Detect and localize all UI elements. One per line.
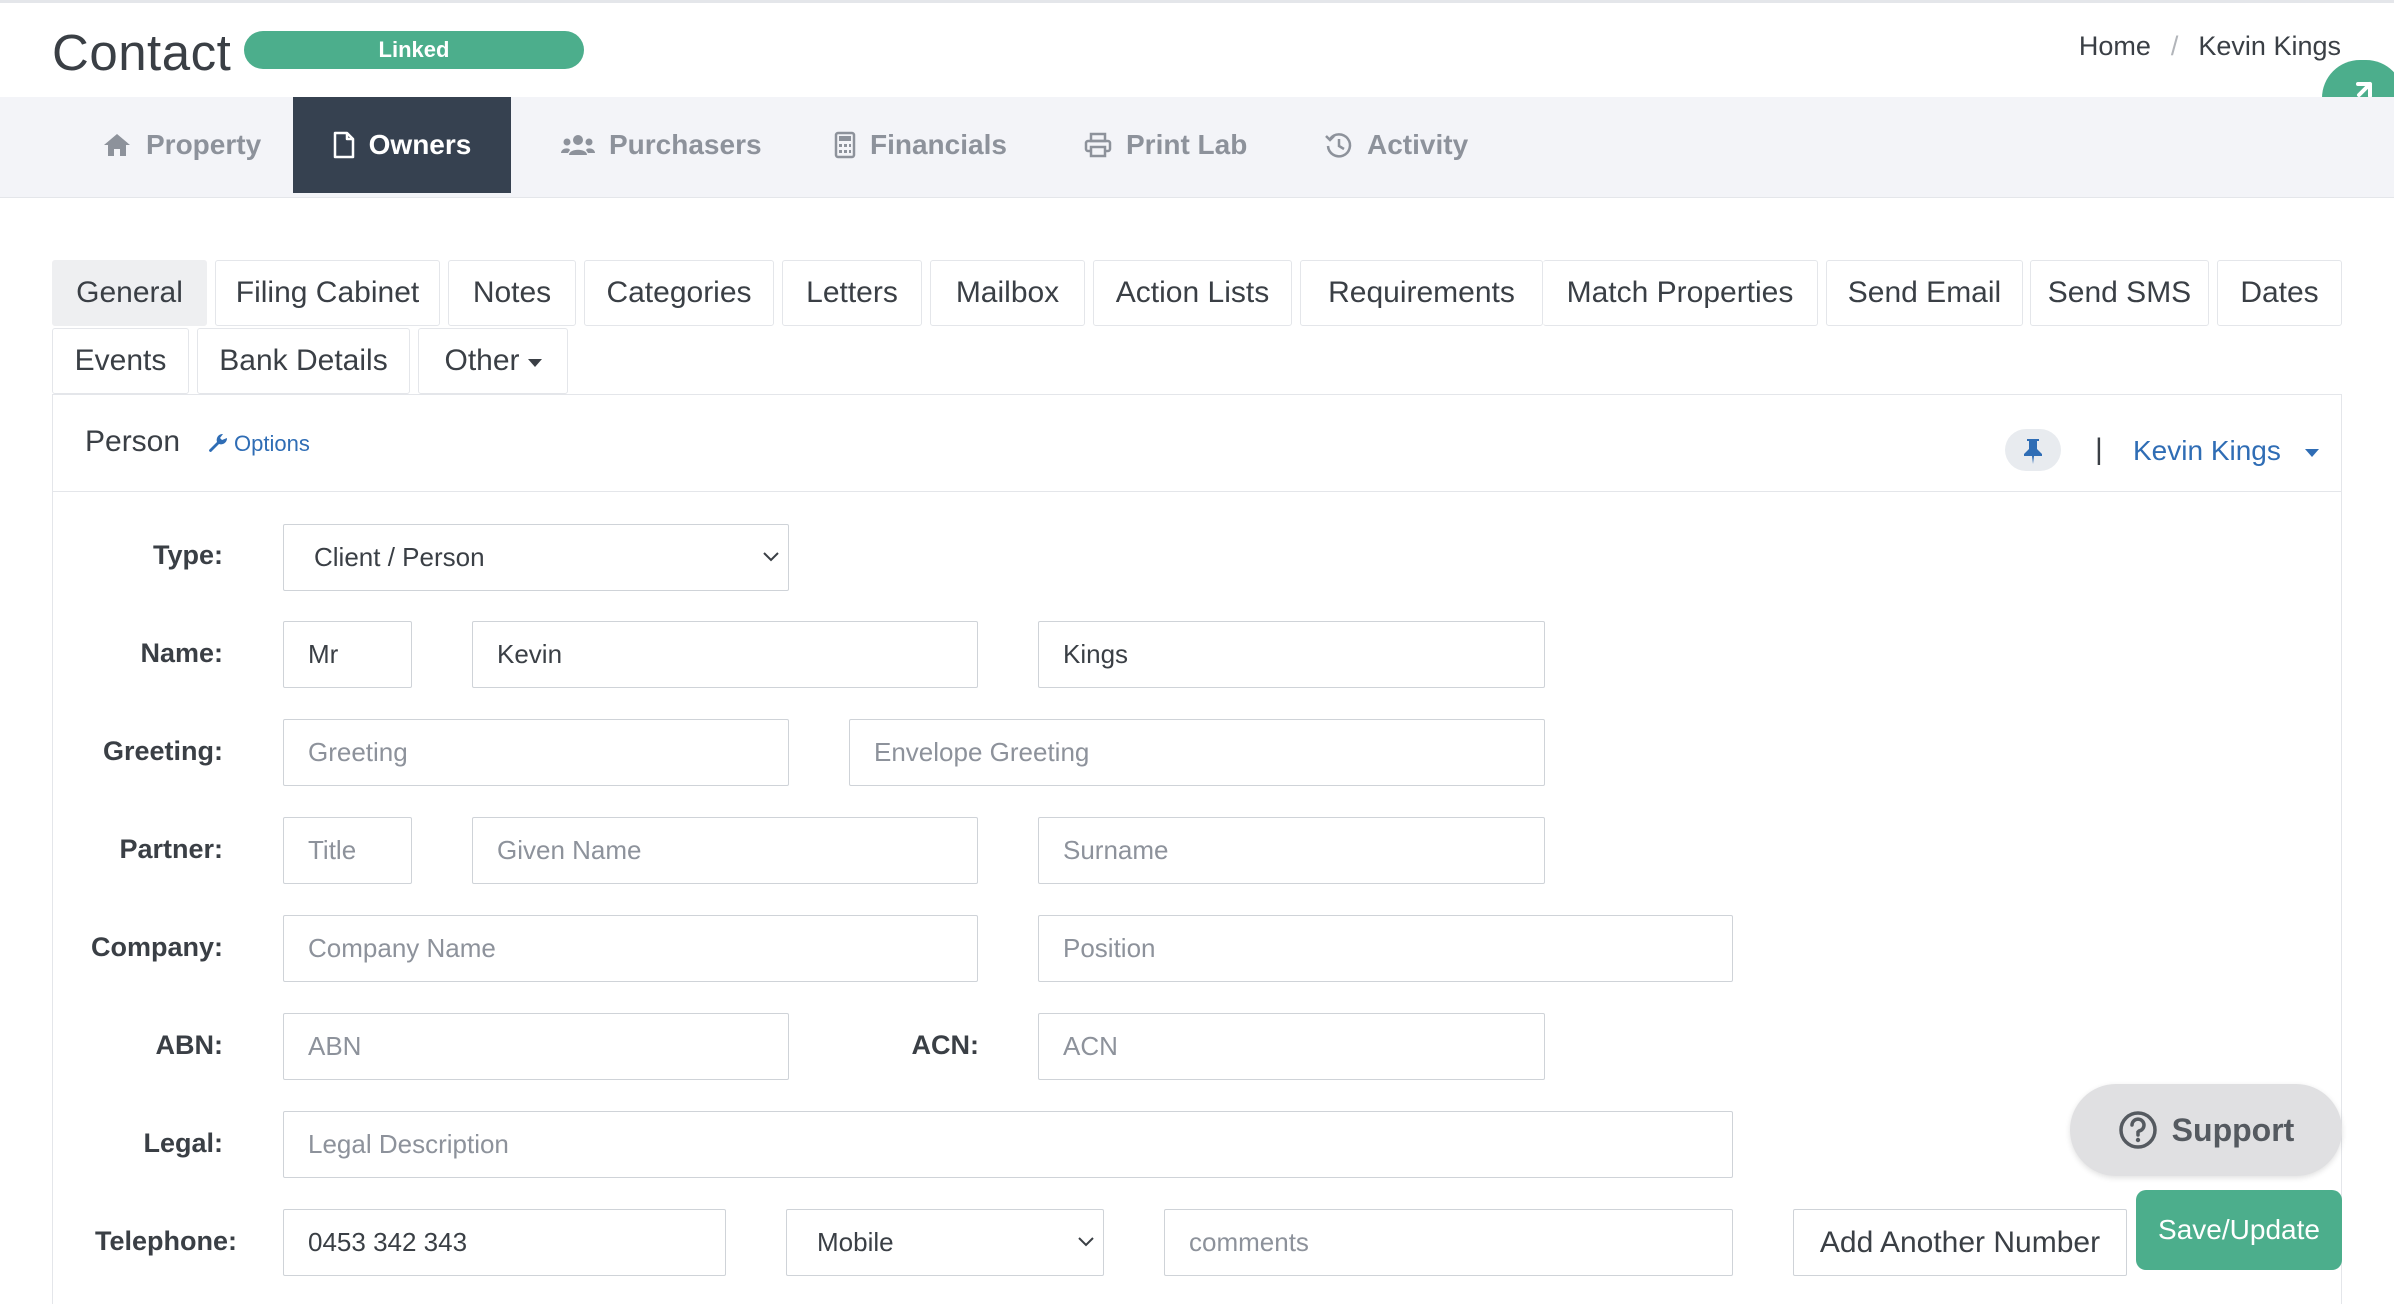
home-icon <box>102 132 132 158</box>
subtab-letters[interactable]: Letters <box>782 260 922 326</box>
subtab-send-email[interactable]: Send Email <box>1826 260 2023 326</box>
subtab-other-label: Other <box>444 344 520 377</box>
subtab-general[interactable]: General <box>52 260 207 326</box>
type-select[interactable]: Client / Person <box>283 524 789 591</box>
subtab-events[interactable]: Events <box>52 328 189 394</box>
subtab-action-lists[interactable]: Action Lists <box>1093 260 1292 326</box>
phone-type-select-value: Mobile <box>817 1227 894 1257</box>
support-button-label: Support <box>2171 1111 2295 1148</box>
subtab-requirements[interactable]: Requirements <box>1300 260 1543 326</box>
tab-financials-label: Financials <box>870 129 1007 160</box>
greeting-input[interactable] <box>283 719 789 786</box>
name-label: Name: <box>140 638 223 668</box>
history-icon <box>1325 131 1353 159</box>
subtab-notes[interactable]: Notes <box>448 260 576 326</box>
subtab-send-sms[interactable]: Send SMS <box>2030 260 2209 326</box>
breadcrumb-home-link[interactable]: Home <box>2079 31 2151 61</box>
subtab-other-dropdown[interactable]: Other <box>418 328 568 394</box>
breadcrumb-current: Kevin Kings <box>2198 31 2341 61</box>
subtab-match-properties[interactable]: Match Properties <box>1543 260 1818 326</box>
person-selector-dropdown[interactable]: Kevin Kings <box>2133 435 2319 467</box>
phone-comments-input[interactable] <box>1164 1209 1733 1276</box>
envelope-greeting-input[interactable] <box>849 719 1545 786</box>
legal-label: Legal: <box>143 1128 223 1158</box>
tab-property[interactable]: Property <box>102 97 261 193</box>
add-another-number-button[interactable]: Add Another Number <box>1793 1209 2127 1276</box>
tab-purchasers[interactable]: Purchasers <box>561 97 762 193</box>
partner-title-input[interactable] <box>283 817 412 884</box>
chevron-down-icon <box>763 552 779 562</box>
partner-given-name-input[interactable] <box>472 817 978 884</box>
tab-financials[interactable]: Financials <box>834 97 1007 193</box>
name-title-input[interactable] <box>283 621 412 688</box>
subtab-mailbox[interactable]: Mailbox <box>930 260 1085 326</box>
panel-header: Person Options | Kevin Kings <box>53 395 2341 492</box>
person-selector-label: Kevin Kings <box>2133 435 2281 466</box>
subtab-filing-cabinet[interactable]: Filing Cabinet <box>215 260 440 326</box>
tab-activity-label: Activity <box>1367 129 1469 160</box>
save-update-button[interactable]: Save/Update <box>2136 1190 2342 1270</box>
phone-type-select[interactable]: Mobile <box>786 1209 1104 1276</box>
support-button[interactable]: Support <box>2070 1084 2342 1176</box>
breadcrumb: Home / Kevin Kings <box>2079 31 2341 62</box>
options-link[interactable]: Options <box>207 431 310 457</box>
tab-purchasers-label: Purchasers <box>609 129 762 160</box>
greeting-label: Greeting: <box>102 736 223 766</box>
calculator-icon <box>834 131 856 159</box>
help-circle-icon <box>2118 1111 2157 1149</box>
partner-label: Partner: <box>119 834 223 864</box>
pin-button[interactable] <box>2005 429 2061 471</box>
tab-owners-label: Owners <box>368 129 472 160</box>
tab-activity[interactable]: Activity <box>1325 97 1468 193</box>
legal-description-input[interactable] <box>283 1111 1733 1178</box>
abn-input[interactable] <box>283 1013 789 1080</box>
acn-input[interactable] <box>1038 1013 1545 1080</box>
type-select-value: Client / Person <box>314 542 485 572</box>
page-title: Contact <box>52 24 232 81</box>
users-icon <box>561 133 595 157</box>
type-label: Type: <box>152 540 223 570</box>
pin-icon <box>2024 439 2042 464</box>
company-name-input[interactable] <box>283 915 978 982</box>
partner-surname-input[interactable] <box>1038 817 1545 884</box>
caret-down-icon <box>2304 449 2319 457</box>
company-label: Company: <box>90 932 223 962</box>
panel-title: Person <box>85 425 181 458</box>
caret-down-icon <box>527 359 542 367</box>
position-input[interactable] <box>1038 915 1733 982</box>
header-divider: | <box>2095 433 2103 466</box>
chevron-down-icon <box>1078 1237 1094 1247</box>
printer-icon <box>1084 132 1112 158</box>
page-header: Contact Linked Home / Kevin Kings <box>0 3 2394 97</box>
wrench-icon <box>209 433 228 452</box>
abn-label: ABN: <box>155 1030 224 1060</box>
subtab-dates[interactable]: Dates <box>2217 260 2342 326</box>
options-link-label: Options <box>234 431 310 456</box>
name-surname-input[interactable] <box>1038 621 1545 688</box>
file-icon <box>333 131 355 159</box>
tab-property-label: Property <box>146 129 262 160</box>
tab-owners[interactable]: Owners <box>293 97 511 193</box>
tab-print-lab[interactable]: Print Lab <box>1084 97 1247 193</box>
linked-status-badge: Linked <box>244 31 584 69</box>
main-tab-bar: Property Owners Purchasers Financials Pr… <box>0 97 2394 198</box>
breadcrumb-separator: / <box>2170 31 2179 61</box>
subtab-categories[interactable]: Categories <box>584 260 774 326</box>
telephone-input[interactable] <box>283 1209 726 1276</box>
subtab-bank-details[interactable]: Bank Details <box>197 328 410 394</box>
tab-print-lab-label: Print Lab <box>1126 129 1248 160</box>
acn-label: ACN: <box>911 1030 980 1060</box>
telephone-label: Telephone: <box>94 1226 237 1256</box>
name-given-input[interactable] <box>472 621 978 688</box>
